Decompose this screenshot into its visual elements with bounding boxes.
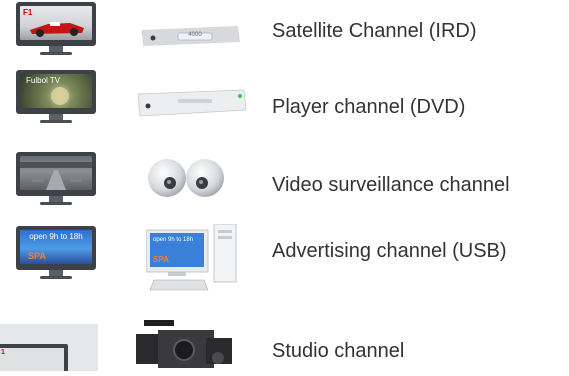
channel-label: Studio channel xyxy=(272,340,405,362)
channel-row-satellite: F1 4000 Satellite Channel (IRD) xyxy=(0,0,569,70)
monitor-icon: Fulbol TV xyxy=(16,70,96,125)
video-camera-icon xyxy=(136,320,234,371)
channel-label: Advertising channel (USB) xyxy=(272,240,507,262)
svg-text:SPA: SPA xyxy=(153,255,169,264)
svg-text:SPA: SPA xyxy=(28,251,46,261)
device-display-text: 4000 xyxy=(188,32,202,38)
monitor-icon: F1 xyxy=(16,2,96,57)
channel-row-studio: 1 Studio channel xyxy=(0,318,569,374)
monitor-icon xyxy=(16,152,96,207)
svg-text:1: 1 xyxy=(1,349,5,356)
channel-row-dvd: Fulbol TV Player channel (DVD) xyxy=(0,68,569,138)
surveillance-camera-icon xyxy=(146,154,228,200)
studio-monitor-icon: 1 xyxy=(0,324,98,374)
dvd-player-icon xyxy=(134,88,250,118)
channel-label: Satellite Channel (IRD) xyxy=(272,20,477,42)
channel-row-surveillance: Video surveillance channel xyxy=(0,146,569,216)
channel-label: Player channel (DVD) xyxy=(272,96,466,118)
channel-row-advertising: open 9h to 18h SPA open 9h to 18h SPA Ad… xyxy=(0,220,569,300)
svg-text:open 9h to 18h: open 9h to 18h xyxy=(153,237,193,243)
channel-label: Video surveillance channel xyxy=(272,174,510,196)
desktop-computer-icon: open 9h to 18h SPA xyxy=(145,223,238,292)
monitor-icon: open 9h to 18h SPA xyxy=(16,226,96,281)
satellite-receiver-icon: 4000 xyxy=(138,24,242,48)
